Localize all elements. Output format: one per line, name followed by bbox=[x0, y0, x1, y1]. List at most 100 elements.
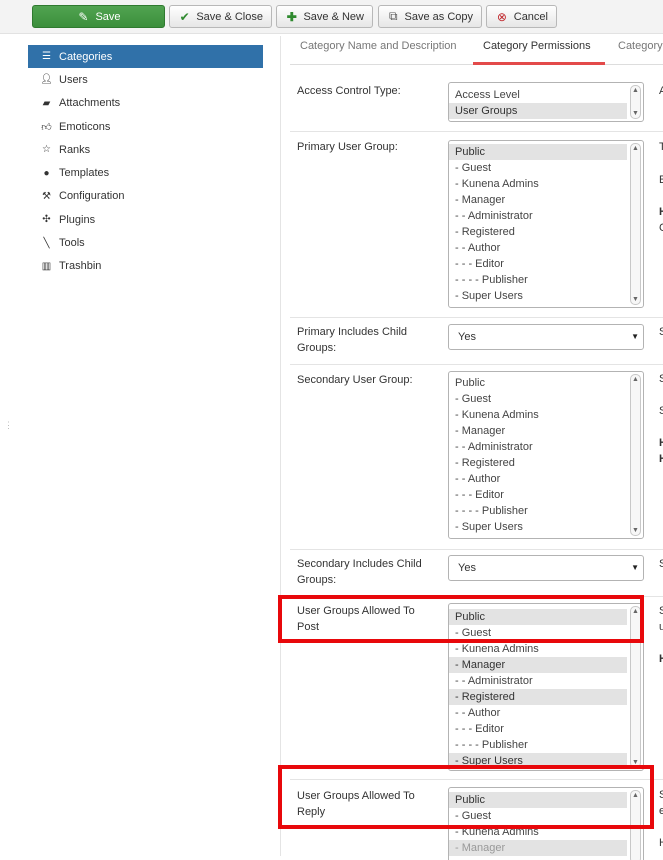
secondary-group-desc-1: S bbox=[659, 373, 663, 385]
secondary-group-select[interactable]: Public - Guest - Kunena Admins - Manager… bbox=[448, 371, 644, 539]
sidebar-item-label: Categories bbox=[59, 50, 113, 63]
resize-handle[interactable]: ⋮ bbox=[4, 420, 13, 431]
list-option[interactable]: - Kunena Admins bbox=[449, 641, 627, 657]
list-option[interactable]: Public bbox=[449, 375, 627, 391]
secondary-child-desc: S bbox=[659, 558, 663, 570]
secondary-child-select[interactable]: Yes ▼ bbox=[448, 555, 644, 581]
access-control-select[interactable]: Access Level User Groups ▲ ▼ bbox=[448, 82, 644, 122]
allowed-reply-desc-2: e bbox=[659, 805, 663, 817]
access-control-row: Access Control Type: Access Level User G… bbox=[290, 65, 663, 132]
list-icon: ☰ bbox=[42, 51, 51, 63]
allowed-post-desc-1: S bbox=[659, 605, 663, 617]
list-option[interactable]: - - - Editor bbox=[449, 256, 627, 272]
cancel-label: Cancel bbox=[513, 10, 548, 23]
scroll-up-icon[interactable]: ▲ bbox=[631, 87, 640, 94]
primary-child-select[interactable]: Yes ▼ bbox=[448, 324, 644, 350]
sidebar-item-label: Plugins bbox=[59, 213, 96, 226]
save-new-button[interactable]: ✚ Save & New bbox=[276, 5, 373, 28]
list-option[interactable]: - Guest bbox=[449, 391, 627, 407]
tab-category-more[interactable]: Category bbox=[618, 40, 663, 52]
list-option[interactable]: - - - - Publisher bbox=[449, 272, 627, 288]
save-copy-button[interactable]: ⧉ Save as Copy bbox=[378, 5, 482, 28]
list-option[interactable]: - Manager bbox=[449, 423, 627, 439]
save-label: Save bbox=[95, 10, 121, 23]
select-value: Yes bbox=[458, 331, 476, 343]
sidebar-item-tools[interactable]: ╲ Tools bbox=[28, 231, 263, 254]
scrollbar[interactable]: ▲ ▼ bbox=[630, 85, 641, 119]
cancel-button[interactable]: ⊗ Cancel bbox=[486, 5, 557, 28]
sidebar-item-label: Tools bbox=[59, 237, 85, 250]
scrollbar[interactable]: ▲ ▼ bbox=[630, 143, 641, 305]
primary-group-desc-4: C bbox=[659, 222, 663, 234]
save-close-button[interactable]: ✔ Save & Close bbox=[169, 5, 272, 28]
toolbar: ✎ Save ✔ Save & Close ✚ Save & New ⧉ Sav… bbox=[0, 0, 663, 34]
list-option[interactable]: Access Level bbox=[449, 87, 627, 103]
list-option[interactable]: - - Administrator bbox=[449, 673, 627, 689]
list-option[interactable]: - Kunena Admins bbox=[449, 176, 627, 192]
sidebar-divider bbox=[280, 36, 281, 856]
caret-down-icon: ▼ bbox=[631, 332, 639, 341]
folder-icon: ▰ bbox=[42, 97, 51, 109]
sidebar-item-emoticons[interactable]: 👍︎ Emoticons bbox=[28, 115, 263, 138]
list-option[interactable]: - Guest bbox=[449, 160, 627, 176]
highlight-box-post bbox=[278, 595, 644, 643]
sidebar-item-label: Ranks bbox=[59, 143, 91, 156]
sidebar-item-configuration[interactable]: ⚒ Configuration bbox=[28, 185, 263, 208]
list-option[interactable]: - - - Editor bbox=[449, 721, 627, 737]
secondary-group-row: Secondary User Group: Public - Guest - K… bbox=[290, 365, 663, 550]
list-option[interactable]: - Manager bbox=[449, 657, 627, 673]
sidebar-item-ranks[interactable]: ☆ Ranks bbox=[28, 138, 263, 161]
scroll-down-icon[interactable]: ▼ bbox=[631, 110, 640, 117]
list-option[interactable]: - - Author bbox=[449, 705, 627, 721]
allowed-post-desc-2: u bbox=[659, 621, 663, 633]
sidebar: ☰ Categories 👤︎ Users ▰ Attachments 👍︎ E… bbox=[28, 45, 263, 278]
list-option[interactable]: - - Administrator bbox=[449, 208, 627, 224]
list-option[interactable]: User Groups bbox=[449, 103, 627, 119]
sidebar-item-plugins[interactable]: ✣ Plugins bbox=[28, 208, 263, 231]
cancel-icon: ⊗ bbox=[496, 9, 507, 24]
list-option[interactable]: - Kunena Admins bbox=[449, 407, 627, 423]
primary-group-desc-1: T bbox=[659, 141, 663, 153]
list-option[interactable]: - - Author bbox=[449, 240, 627, 256]
scroll-down-icon[interactable]: ▼ bbox=[631, 527, 640, 534]
sidebar-item-label: Configuration bbox=[59, 190, 125, 203]
sidebar-item-templates[interactable]: ● Templates bbox=[28, 161, 263, 184]
scroll-down-icon[interactable]: ▼ bbox=[631, 296, 640, 303]
primary-child-label: Primary Includes Child Groups: bbox=[297, 326, 408, 354]
primary-group-select[interactable]: Public - Guest - Kunena Admins - Manager… bbox=[448, 140, 644, 308]
list-option[interactable]: - - - - Publisher bbox=[449, 503, 627, 519]
highlight-box-reply bbox=[278, 765, 654, 829]
list-option[interactable]: - - Administrator bbox=[449, 439, 627, 455]
list-option[interactable]: - - - - Publisher bbox=[449, 737, 627, 753]
scrollbar[interactable]: ▲ ▼ bbox=[630, 374, 641, 536]
sidebar-item-trashbin[interactable]: ▥ Trashbin bbox=[28, 255, 263, 278]
list-option[interactable]: - Manager bbox=[449, 192, 627, 208]
sidebar-item-label: Templates bbox=[59, 167, 110, 180]
list-option[interactable]: - - Author bbox=[449, 471, 627, 487]
secondary-group-label: Secondary User Group: bbox=[297, 374, 413, 386]
list-option[interactable]: Public bbox=[449, 144, 627, 160]
tab-name-description[interactable]: Category Name and Description bbox=[300, 40, 457, 52]
sidebar-item-users[interactable]: 👤︎ Users bbox=[28, 68, 263, 91]
save-close-label: Save & Close bbox=[196, 10, 263, 23]
list-option[interactable]: - - - Editor bbox=[449, 487, 627, 503]
list-option[interactable]: - Manager bbox=[449, 840, 627, 856]
sidebar-item-attachments[interactable]: ▰ Attachments bbox=[28, 92, 263, 115]
save-button[interactable]: ✎ Save bbox=[32, 5, 165, 28]
access-control-desc: A bbox=[659, 85, 663, 97]
save-new-label: Save & New bbox=[303, 10, 364, 23]
thumbs-up-icon: 👍︎ bbox=[41, 121, 52, 133]
list-option[interactable]: - Registered bbox=[449, 224, 627, 240]
list-option[interactable]: - Super Users bbox=[449, 519, 627, 535]
list-option[interactable]: - Registered bbox=[449, 689, 627, 705]
scroll-up-icon[interactable]: ▲ bbox=[631, 145, 640, 152]
secondary-child-row: Secondary Includes Child Groups: Yes ▼ S bbox=[290, 550, 663, 597]
secondary-group-desc-3: H bbox=[659, 437, 663, 449]
scroll-up-icon[interactable]: ▲ bbox=[631, 376, 640, 383]
list-option[interactable]: - Registered bbox=[449, 455, 627, 471]
star-icon: ☆ bbox=[42, 144, 51, 156]
primary-child-desc: S bbox=[659, 326, 663, 338]
sidebar-item-categories[interactable]: ☰ Categories bbox=[28, 45, 263, 69]
list-option[interactable]: - Super Users bbox=[449, 288, 627, 304]
tab-permissions[interactable]: Category Permissions bbox=[483, 40, 591, 52]
